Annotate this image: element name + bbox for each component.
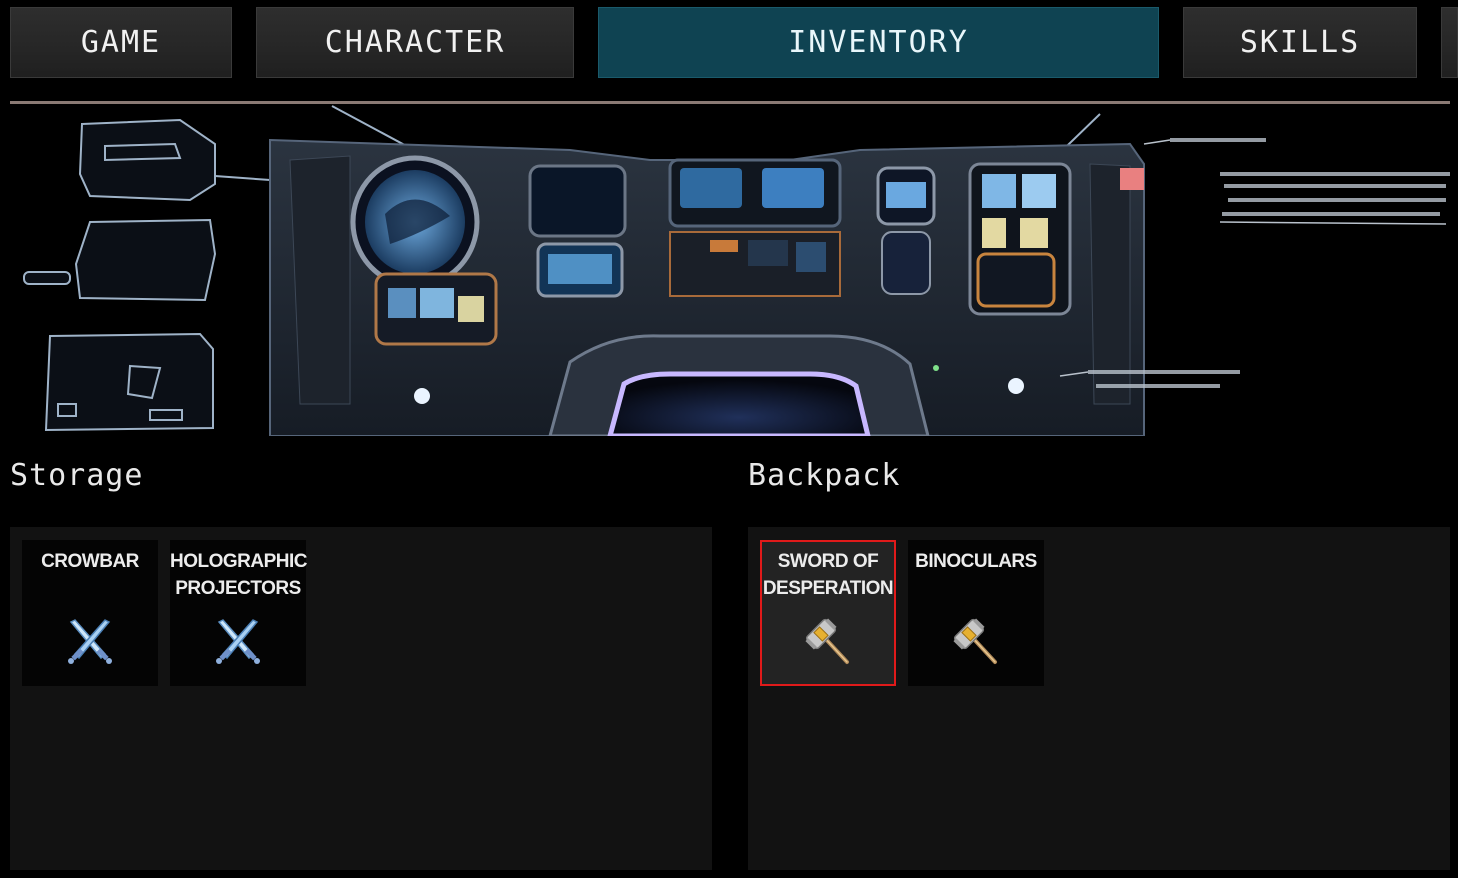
tab-bar: GAME CHARACTER INVENTORY SKILLS <box>0 0 1458 90</box>
backpack-panel: SWORD OF DESPERATION BINOCULARS <box>748 527 1450 870</box>
storage-heading: Storage <box>10 458 144 493</box>
cockpit-banner-image <box>10 104 1450 436</box>
tab-character[interactable]: CHARACTER <box>256 7 574 78</box>
backpack-item-binoculars[interactable]: BINOCULARS <box>908 540 1044 686</box>
item-name: CROWBAR <box>41 551 139 572</box>
storage-panel: CROWBAR HOLOGRAPHIC PROJECTORS <box>10 527 712 870</box>
hammer-icon <box>951 616 1001 666</box>
tab-game[interactable]: GAME <box>10 7 232 78</box>
crossed-swords-icon <box>213 616 263 666</box>
game-menu-screen: GAME CHARACTER INVENTORY SKILLS Storage … <box>0 0 1458 878</box>
item-name: BINOCULARS <box>915 551 1037 572</box>
tab-overflow[interactable] <box>1441 7 1458 78</box>
storage-item-holographic-projectors[interactable]: HOLOGRAPHIC PROJECTORS <box>170 540 308 686</box>
crossed-swords-icon <box>65 616 115 666</box>
storage-item-crowbar[interactable]: CROWBAR <box>22 540 158 686</box>
tab-skills[interactable]: SKILLS <box>1183 7 1417 78</box>
backpack-heading: Backpack <box>748 458 901 493</box>
backpack-item-sword-of-desperation[interactable]: SWORD OF DESPERATION <box>760 540 896 686</box>
item-name: HOLOGRAPHIC PROJECTORS <box>170 551 308 599</box>
item-name: SWORD OF DESPERATION <box>762 551 894 599</box>
tab-inventory[interactable]: INVENTORY <box>598 7 1159 78</box>
hammer-icon <box>803 616 853 666</box>
